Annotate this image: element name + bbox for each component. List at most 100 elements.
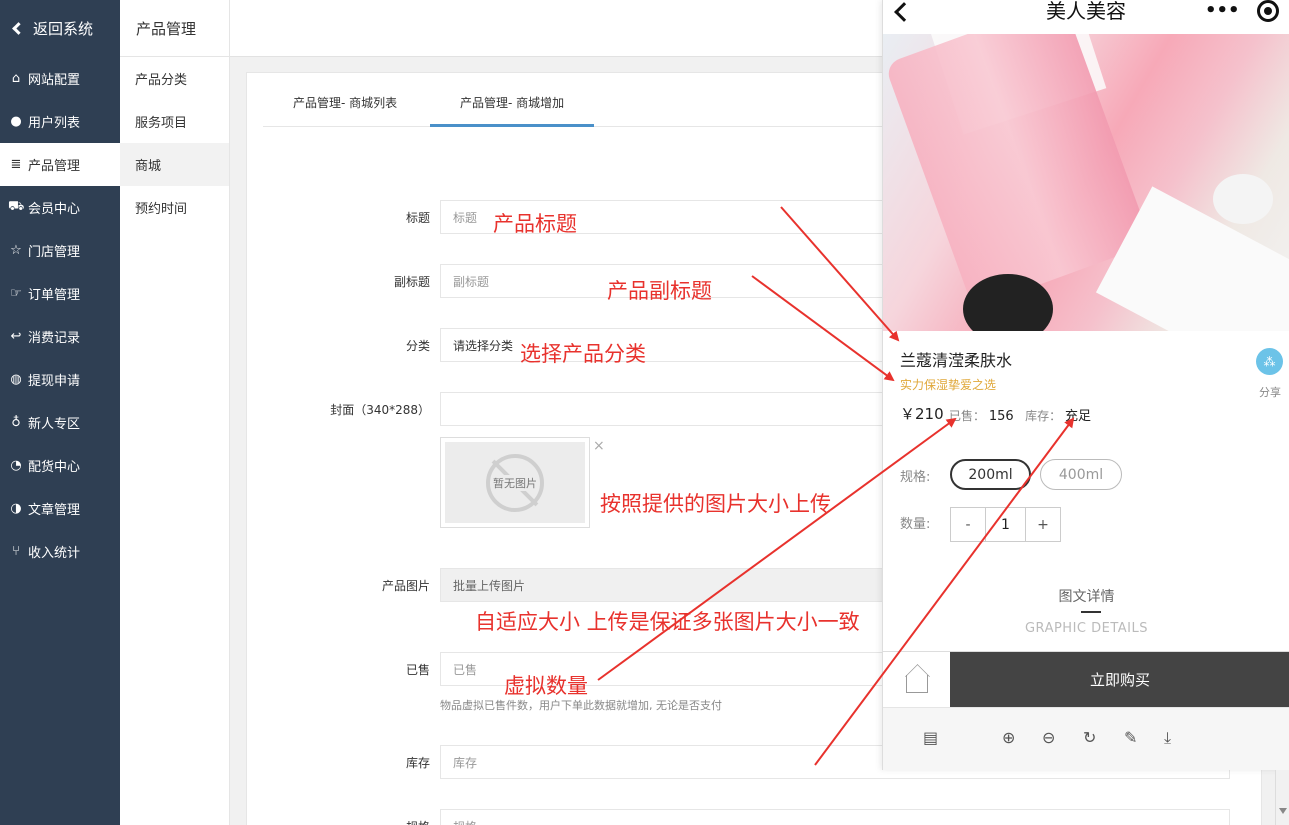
- product-image: [883, 34, 1289, 331]
- stock-label: 库存: [405, 756, 430, 770]
- no-image-placeholder: 暂无图片: [445, 442, 585, 523]
- cover-remove-icon[interactable]: ×: [593, 438, 605, 454]
- title-label: 标题: [405, 211, 430, 225]
- rotate-icon[interactable]: ↻: [1083, 728, 1096, 747]
- annotation-cover: 按照提供的图片大小上传: [600, 492, 831, 516]
- pie-icon: ◔: [10, 458, 22, 473]
- page-scrollbar[interactable]: [1275, 770, 1289, 825]
- cover-preview[interactable]: 暂无图片: [440, 437, 590, 528]
- share-icon[interactable]: ⁂: [1256, 348, 1283, 375]
- close-miniprogram-icon[interactable]: [1257, 0, 1279, 22]
- detail-underline: [1081, 611, 1101, 613]
- spec-option-200ml[interactable]: 200ml: [950, 459, 1031, 490]
- reply-icon: ↩: [10, 329, 22, 344]
- annotation-images: 自适应大小 上传是保证多张图片大小一致: [475, 610, 860, 634]
- sidebar-item-label: 收入统计: [28, 546, 81, 561]
- no-image-text: 暂无图片: [493, 474, 537, 491]
- sidebar-item-product-management[interactable]: ≣ 产品管理: [0, 143, 120, 186]
- no-image-icon: 暂无图片: [486, 453, 544, 512]
- quantity-label: 数量:: [900, 517, 931, 532]
- sidebar-item-income-stats[interactable]: ⑂ 收入统计: [0, 530, 120, 573]
- sold-count: 156: [988, 409, 1014, 424]
- sidebar-item-order-management[interactable]: ☞ 订单管理: [0, 272, 120, 315]
- zoom-out-icon[interactable]: ⊖: [1042, 728, 1055, 747]
- sidebar-item-label: 新人专区: [28, 417, 81, 432]
- quantity-increase-button[interactable]: +: [1026, 508, 1060, 541]
- annotation-subtitle: 产品副标题: [607, 279, 712, 303]
- product-price: ￥210: [900, 405, 944, 423]
- cart-icon: ⛟: [8, 199, 25, 214]
- sidebar-item-label: 产品管理: [28, 159, 81, 174]
- sidebar-item-site-config[interactable]: ⌂ 网站配置: [0, 57, 120, 100]
- sidebar-item-label: 消费记录: [28, 331, 81, 346]
- sub-item-booking-time[interactable]: 预约时间: [120, 186, 229, 229]
- sold-label-text: 已售：: [949, 409, 986, 423]
- graphic-details-subtitle: GRAPHIC DETAILS: [1024, 621, 1148, 636]
- tab-mall-list[interactable]: 产品管理- 商城列表: [263, 73, 427, 127]
- quantity-stepper: - 1 +: [950, 507, 1061, 542]
- sidebar-item-label: 订单管理: [28, 288, 81, 303]
- sidebar-item-distribution-center[interactable]: ◔ 配货中心: [0, 444, 120, 487]
- sidebar-item-consumption-records[interactable]: ↩ 消费记录: [0, 315, 120, 358]
- zoom-in-icon[interactable]: ⊕: [1002, 728, 1015, 747]
- sidebar-item-label: 提现申请: [28, 374, 81, 389]
- sidebar-item-withdrawal[interactable]: ◍ 提现申请: [0, 358, 120, 401]
- spec-option-400ml[interactable]: 400ml: [1040, 459, 1122, 490]
- back-to-system-button[interactable]: 返回系统: [0, 0, 120, 57]
- sidebar-item-member-center[interactable]: ⛟ 会员中心: [0, 186, 120, 229]
- product-sales-info: 已售： 156 库存： 充足: [949, 405, 1091, 424]
- stock-label-text: 库存：: [1025, 409, 1062, 423]
- category-label: 分类: [405, 339, 430, 353]
- graphic-details-title[interactable]: 图文详情: [883, 586, 1289, 606]
- thumb-icon: ☞: [10, 286, 22, 301]
- buy-now-button[interactable]: 立即购买: [950, 652, 1289, 707]
- sub-item-service-items[interactable]: 服务项目: [120, 100, 229, 143]
- sold-label: 已售: [405, 663, 430, 677]
- mobile-home-button[interactable]: [883, 652, 950, 707]
- quantity-decrease-button[interactable]: -: [951, 508, 986, 541]
- sub-item-product-category[interactable]: 产品分类: [120, 57, 229, 100]
- layout-icon[interactable]: ▤: [923, 728, 938, 747]
- spec-option-label: 规格:: [900, 470, 931, 485]
- sidebar-item-label: 用户列表: [28, 116, 81, 131]
- annotation-title: 产品标题: [493, 212, 577, 236]
- spec-label: 规格: [230, 818, 430, 825]
- sidebar-item-label: 会员中心: [28, 202, 81, 217]
- sidebar-item-store-management[interactable]: ☆ 门店管理: [0, 229, 120, 272]
- share-label[interactable]: 分享: [1259, 384, 1281, 400]
- home-outline-icon: [905, 674, 928, 693]
- mobile-bottom-bar: 立即购买: [883, 651, 1289, 707]
- images-label: 产品图片: [381, 579, 430, 593]
- main-sidebar: 返回系统 ⌂ 网站配置 ● 用户列表 ≣ 产品管理 ⛟ 会员中心 ☆ 门店管理 …: [0, 0, 120, 825]
- sub-menu-title: 产品管理: [120, 0, 229, 57]
- cover-label: 封面（340*288）: [330, 403, 430, 417]
- stock-value: 充足: [1064, 409, 1091, 424]
- wechat-icon: ◍: [10, 372, 22, 387]
- sidebar-item-label: 门店管理: [28, 245, 81, 260]
- download-icon[interactable]: ⤓: [1164, 728, 1171, 748]
- product-subtitle: 实力保湿挚爱之选: [900, 378, 997, 392]
- sub-menu: 产品管理 产品分类 服务项目 商城 预约时间: [120, 0, 230, 825]
- tab-mall-add[interactable]: 产品管理- 商城增加: [430, 73, 595, 127]
- product-name: 兰蔻清滢柔肤水: [900, 351, 1013, 370]
- sub-item-mall[interactable]: 商城: [120, 143, 229, 186]
- sidebar-item-label: 文章管理: [28, 503, 81, 518]
- spec-input[interactable]: 规格: [440, 809, 1230, 825]
- edit-icon[interactable]: ✎: [1124, 728, 1137, 747]
- fork-icon: ⑂: [12, 544, 20, 559]
- scroll-down-icon[interactable]: [1279, 808, 1287, 814]
- more-icon[interactable]: •••: [1205, 0, 1240, 21]
- sidebar-item-newcomer-zone[interactable]: ♁ 新人专区: [0, 401, 120, 444]
- home-icon: ⌂: [11, 71, 21, 86]
- chevron-left-icon: [12, 22, 25, 35]
- mobile-preview: 美人美容 ••• 兰蔻清滢柔肤水 实力保湿挚爱之选 ￥210 已售： 156 库…: [882, 0, 1289, 770]
- contrast-icon: ◑: [10, 501, 22, 516]
- sidebar-item-label: 网站配置: [28, 73, 81, 88]
- quantity-value[interactable]: 1: [986, 508, 1026, 541]
- back-label: 返回系统: [33, 20, 94, 38]
- server-icon: ≣: [10, 157, 22, 172]
- sidebar-item-article-management[interactable]: ◑ 文章管理: [0, 487, 120, 530]
- user-icon: ●: [10, 114, 22, 129]
- pin-icon: ♁: [11, 415, 21, 430]
- sidebar-item-user-list[interactable]: ● 用户列表: [0, 100, 120, 143]
